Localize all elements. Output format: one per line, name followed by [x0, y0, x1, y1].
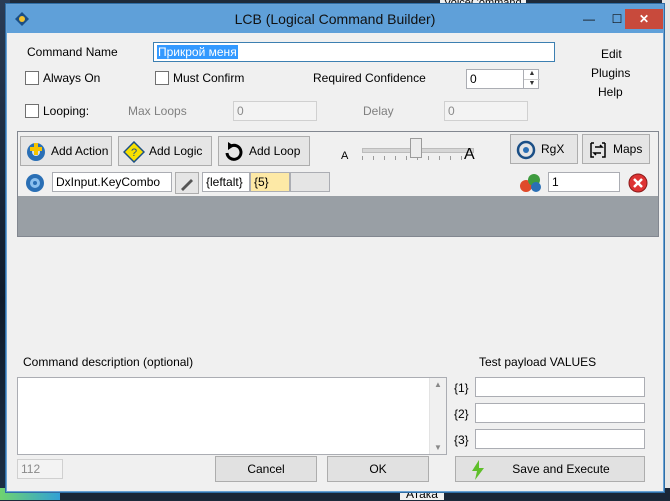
variables-icon[interactable] — [518, 172, 544, 194]
must-confirm-checkbox[interactable] — [155, 71, 169, 85]
max-loops-input: 0 — [233, 101, 317, 121]
titlebar: LCB (Logical Command Builder) — ☐ ✕ — [7, 5, 663, 33]
payload-label: Test payload VALUES — [479, 355, 597, 369]
confidence-spinner[interactable]: ▲ ▼ — [523, 69, 540, 89]
menu-help[interactable]: Help — [598, 85, 623, 99]
delay-label: Delay — [363, 104, 394, 118]
must-confirm-label: Must Confirm — [173, 71, 245, 85]
pencil-icon — [181, 179, 193, 191]
font-small-icon: A — [341, 150, 349, 162]
count-value: 1 — [552, 175, 559, 189]
payload-key-2: {2} — [454, 407, 469, 421]
description-scrollbar[interactable]: ▲ ▼ — [429, 378, 446, 454]
menu-edit[interactable]: Edit — [601, 47, 622, 61]
add-loop-button[interactable]: Add Loop — [218, 136, 310, 166]
payload-input-2[interactable] — [475, 403, 645, 423]
param2-field[interactable]: {5} — [250, 172, 290, 192]
regex-icon — [516, 140, 536, 160]
payload-input-3[interactable] — [475, 429, 645, 449]
action-row[interactable]: DxInput.KeyCombo {leftalt} {5} 1 — [18, 170, 658, 196]
add-logic-button[interactable]: ? Add Logic — [118, 136, 212, 166]
description-textarea[interactable]: ▲ ▼ — [17, 377, 447, 455]
logic-diamond-icon: ? — [123, 141, 145, 163]
command-name-label: Command Name — [27, 45, 118, 59]
swap-map-icon — [590, 142, 606, 158]
char-count-field: 112 — [17, 459, 63, 479]
count-field[interactable]: 1 — [548, 172, 620, 192]
param2-value: {5} — [254, 175, 269, 189]
edit-action-button[interactable] — [175, 172, 199, 194]
looping-checkbox[interactable] — [25, 104, 39, 118]
ok-button[interactable]: OK — [327, 456, 429, 482]
add-action-button[interactable]: Add Action — [20, 136, 112, 166]
gear-icon — [26, 174, 44, 192]
payload-input-1[interactable] — [475, 377, 645, 397]
add-logic-label: Add Logic — [149, 144, 203, 158]
cancel-button[interactable]: Cancel — [215, 456, 317, 482]
close-button[interactable]: ✕ — [625, 9, 663, 29]
gear-plus-icon — [27, 143, 45, 161]
add-action-label: Add Action — [51, 144, 109, 158]
delete-icon[interactable] — [628, 173, 648, 193]
rgx-button[interactable]: RgX — [510, 134, 578, 164]
max-loops-value: 0 — [237, 104, 244, 118]
description-label: Command description (optional) — [23, 355, 194, 369]
command-name-input[interactable]: Прикрой меня — [153, 42, 555, 62]
action-toolbar: Add Action ? Add Logic Add Loop A A RgX … — [18, 132, 658, 170]
save-execute-label: Save and Execute — [512, 462, 610, 476]
lcb-window: LCB (Logical Command Builder) — ☐ ✕ Comm… — [6, 4, 664, 492]
maps-label: Maps — [613, 142, 643, 156]
delay-input: 0 — [444, 101, 528, 121]
command-name-value: Прикрой меня — [157, 45, 238, 59]
spin-down-icon[interactable]: ▼ — [524, 79, 540, 89]
looping-label: Looping: — [43, 104, 90, 118]
action-type-field[interactable]: DxInput.KeyCombo — [52, 172, 172, 192]
save-execute-button[interactable]: Save and Execute — [455, 456, 645, 482]
window-title: LCB (Logical Command Builder) — [234, 11, 436, 27]
scroll-up-icon[interactable]: ▲ — [430, 380, 446, 389]
required-confidence-label: Required Confidence — [313, 71, 426, 85]
menu-plugins[interactable]: Plugins — [591, 66, 630, 80]
delay-value: 0 — [448, 104, 455, 118]
font-large-icon: A — [464, 146, 475, 163]
rgx-label: RgX — [541, 142, 565, 156]
minimize-button[interactable]: — — [575, 9, 603, 29]
param3-field[interactable] — [290, 172, 330, 192]
font-size-slider-thumb[interactable] — [410, 138, 422, 158]
maps-button[interactable]: Maps — [582, 134, 650, 164]
param1-field[interactable]: {leftalt} — [202, 172, 250, 192]
char-count-value: 112 — [21, 462, 41, 476]
loop-arrow-icon — [225, 142, 243, 161]
always-on-checkbox[interactable] — [25, 71, 39, 85]
payload-key-1: {1} — [454, 381, 469, 395]
action-type-value: DxInput.KeyCombo — [56, 175, 161, 189]
action-panel: Add Action ? Add Logic Add Loop A A RgX … — [17, 131, 659, 237]
svg-text:?: ? — [131, 147, 137, 159]
param1-value: {leftalt} — [206, 175, 243, 189]
add-loop-label: Add Loop — [249, 144, 301, 158]
required-confidence-value: 0 — [470, 72, 477, 86]
always-on-label: Always On — [43, 71, 101, 85]
lightning-icon — [472, 460, 484, 480]
payload-key-3: {3} — [454, 433, 469, 447]
max-loops-label: Max Loops — [128, 104, 187, 118]
scroll-down-icon[interactable]: ▼ — [430, 443, 446, 452]
